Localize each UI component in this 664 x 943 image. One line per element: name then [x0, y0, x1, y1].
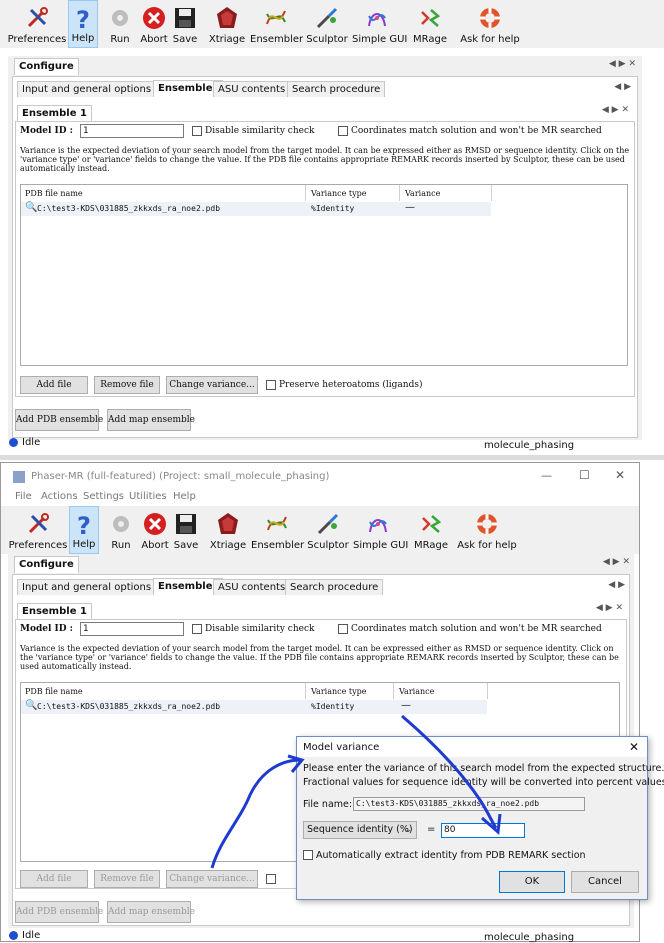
annotation-arrow-1: [210, 758, 301, 869]
annotation-arrow-2: [401, 714, 498, 829]
annotation-arrows: [210, 714, 502, 869]
annotation-arrowhead-1: [287, 754, 305, 773]
